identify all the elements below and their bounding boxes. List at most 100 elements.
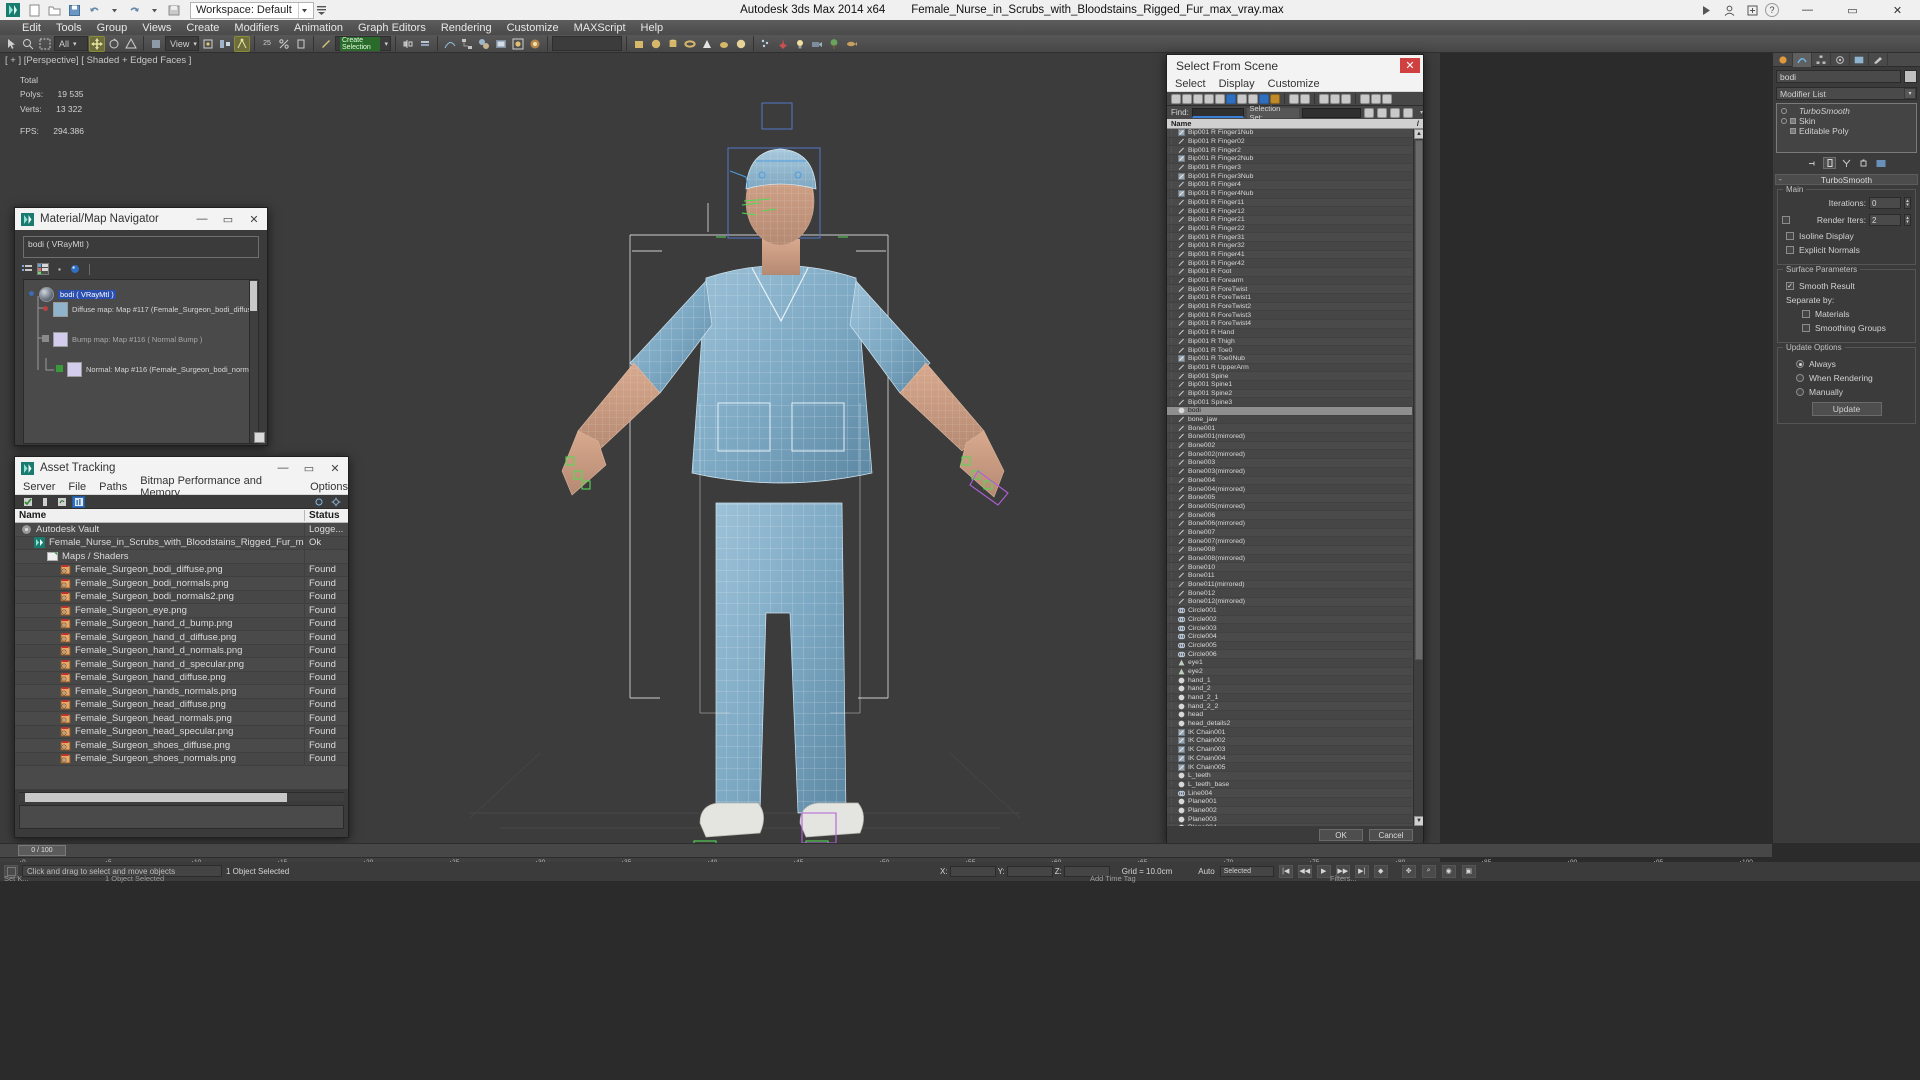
sort-alpha-icon[interactable]	[1330, 93, 1340, 104]
menu-item-rendering[interactable]: Rendering	[441, 22, 492, 34]
drag-handle-icon[interactable]: ⋮	[1169, 625, 1175, 631]
asset-horizontal-scrollbar[interactable]	[19, 792, 344, 802]
drag-handle-icon[interactable]: ⋮	[1169, 799, 1175, 805]
percent-snap-icon[interactable]	[276, 36, 292, 52]
pin-stack-icon[interactable]	[1806, 157, 1819, 169]
layers-icon[interactable]	[417, 36, 433, 52]
drag-handle-icon[interactable]: ⋮	[1169, 399, 1175, 405]
list-item[interactable]: ⋮ IK Chain003	[1167, 745, 1412, 755]
object-color-swatch[interactable]	[1904, 70, 1917, 83]
drag-handle-icon[interactable]: ⋮	[1169, 260, 1175, 266]
drag-handle-icon[interactable]: ⋮	[1169, 234, 1175, 240]
reference-coordinate-icon[interactable]	[148, 36, 164, 52]
render-iters-checkbox[interactable]	[1782, 216, 1790, 224]
drag-handle-icon[interactable]: ⋮	[1169, 173, 1175, 179]
spinner-snap-icon[interactable]	[293, 36, 309, 52]
display-xrefs-icon[interactable]	[1259, 93, 1269, 104]
drag-handle-icon[interactable]: ⋮	[1169, 321, 1175, 327]
table-row[interactable]: Female_Surgeon_hands_normals.png Found	[15, 685, 348, 699]
drag-handle-icon[interactable]: ⋮	[1169, 269, 1175, 275]
list-item[interactable]: ⋮ Bip001 R Finger22	[1167, 224, 1412, 234]
asset-close-button[interactable]: ✕	[322, 457, 348, 479]
drag-handle-icon[interactable]: ⋮	[1169, 738, 1175, 744]
drag-handle-icon[interactable]: ⋮	[1169, 807, 1175, 813]
display-geometry-icon[interactable]	[1182, 93, 1192, 104]
list-item[interactable]: ⋮ Bip001 R Toe0	[1167, 346, 1412, 355]
expand-icon[interactable]	[28, 290, 35, 299]
maximize-button[interactable]: ▭	[1830, 0, 1875, 20]
table-row[interactable]: Female_Surgeon_bodi_normals.png Found	[15, 577, 348, 591]
list-item[interactable]: ⋮ IK Chain005	[1167, 763, 1412, 772]
drag-handle-icon[interactable]: ⋮	[1169, 364, 1175, 370]
list-item[interactable]: ⋮ Plane004	[1167, 824, 1412, 826]
drag-handle-icon[interactable]: ⋮	[1169, 208, 1175, 214]
bitmap-performance-icon[interactable]	[72, 495, 85, 508]
list-item[interactable]: ⋮ Circle006	[1167, 650, 1412, 659]
lightbulb-icon[interactable]	[1781, 118, 1787, 124]
drag-handle-icon[interactable]: ⋮	[1169, 312, 1175, 318]
drag-handle-icon[interactable]: ⋮	[1169, 686, 1175, 692]
sfs-scrollbar[interactable]: ▲ ▼	[1413, 129, 1423, 826]
list-item[interactable]: ⋮ IK Chain004	[1167, 754, 1412, 764]
list-item[interactable]: ⋮ Bone001(mirrored)	[1167, 433, 1412, 442]
zoom-view-icon[interactable]: ⌕	[1421, 864, 1436, 878]
drag-handle-icon[interactable]: ⋮	[1169, 703, 1175, 709]
drag-handle-icon[interactable]: ⋮	[1169, 243, 1175, 249]
list-item[interactable]: ⋮ Bone005	[1167, 493, 1412, 503]
list-item[interactable]: ⋮ head	[1167, 711, 1412, 720]
tab-motion[interactable]	[1831, 53, 1850, 67]
close-button[interactable]: ✕	[1875, 0, 1920, 20]
drag-handle-icon[interactable]: ⋮	[1169, 538, 1175, 544]
table-row[interactable]: Female_Nurse_in_Scrubs_with_Bloodstains_…	[15, 536, 348, 550]
table-row[interactable]: Autodesk Vault Logge...	[15, 523, 348, 537]
drag-handle-icon[interactable]: ⋮	[1169, 373, 1175, 379]
matnav-material-field[interactable]: bodi ( VRayMtl )	[23, 236, 259, 258]
chevron-down-icon[interactable]	[297, 2, 311, 18]
list-item[interactable]: ⋮ Bip001 Spine1	[1167, 380, 1412, 390]
select-object-icon[interactable]	[3, 36, 19, 52]
list-item[interactable]: ⋮ Bip001 R Finger21	[1167, 215, 1412, 225]
particles-icon[interactable]	[758, 36, 774, 52]
asset-menu-bitmap-performance-and-memory[interactable]: Bitmap Performance and Memory	[140, 475, 297, 499]
list-item[interactable]: ⋮ Bone008(mirrored)	[1167, 554, 1412, 564]
find-input[interactable]	[1191, 107, 1244, 118]
mirror-icon[interactable]	[400, 36, 416, 52]
drag-handle-icon[interactable]: ⋮	[1169, 434, 1175, 440]
drag-handle-icon[interactable]: ⋮	[1169, 773, 1175, 779]
asset-menu-file[interactable]: File	[68, 481, 86, 493]
drag-handle-icon[interactable]: ⋮	[1169, 495, 1175, 501]
matnav-node-bump[interactable]: Bump map: Map #116 ( Normal Bump )	[42, 332, 202, 347]
named-selection-combo[interactable]: Create Selection ▾	[335, 36, 391, 51]
select-from-scene-dialog[interactable]: Select From Scene ✕ Select Display Customi…	[1166, 54, 1424, 844]
display-lights-icon[interactable]	[1204, 93, 1214, 104]
matnav-tree[interactable]: bodi ( VRayMtl ) Diffuse map: Map #117 (…	[23, 279, 259, 444]
select-and-scale-icon[interactable]	[123, 36, 139, 52]
list-item[interactable]: ⋮ Bip001 R Finger02	[1167, 137, 1412, 147]
cone-primitive-icon[interactable]	[699, 36, 715, 52]
table-row[interactable]: Female_Surgeon_hand_diffuse.png Found	[15, 671, 348, 685]
menu-item-edit[interactable]: Edit	[22, 22, 41, 34]
new-file-button[interactable]	[24, 1, 44, 19]
expand-all-icon[interactable]	[1382, 93, 1392, 104]
sfs-menu-select[interactable]: Select	[1175, 78, 1206, 90]
modifier-list-dropdown[interactable]: Modifier List ▾	[1776, 87, 1917, 100]
sfs-menu-customize[interactable]: Customize	[1268, 78, 1320, 90]
list-item[interactable]: ⋮ Bone002	[1167, 441, 1412, 451]
display-frozen-icon[interactable]	[1289, 93, 1299, 104]
scroll-down-icon[interactable]: ▼	[1414, 816, 1423, 826]
list-item[interactable]: ⋮ Bip001 R Forearm	[1167, 276, 1412, 286]
redo-button[interactable]	[124, 1, 144, 19]
iterations-field[interactable]: 0	[1869, 197, 1901, 209]
make-unique-icon[interactable]	[1840, 157, 1853, 169]
add-selection-set-icon[interactable]	[1377, 107, 1388, 118]
x-field[interactable]	[949, 865, 996, 877]
drag-handle-icon[interactable]: ⋮	[1169, 721, 1175, 727]
y-field[interactable]	[1006, 865, 1053, 877]
list-item[interactable]: ⋮ Bip001 R Finger12	[1167, 207, 1412, 216]
list-item[interactable]: ⋮ Bip001 R Finger2Nub	[1167, 155, 1412, 164]
selection-set-dropdown-icon[interactable]	[1364, 107, 1375, 118]
list-item[interactable]: ⋮ Bone007	[1167, 528, 1412, 538]
matnav-scroll-thumb[interactable]	[250, 281, 257, 311]
list-item[interactable]: ⋮ Bone008	[1167, 546, 1412, 555]
list-item[interactable]: ⋮ Bone001	[1167, 424, 1412, 434]
